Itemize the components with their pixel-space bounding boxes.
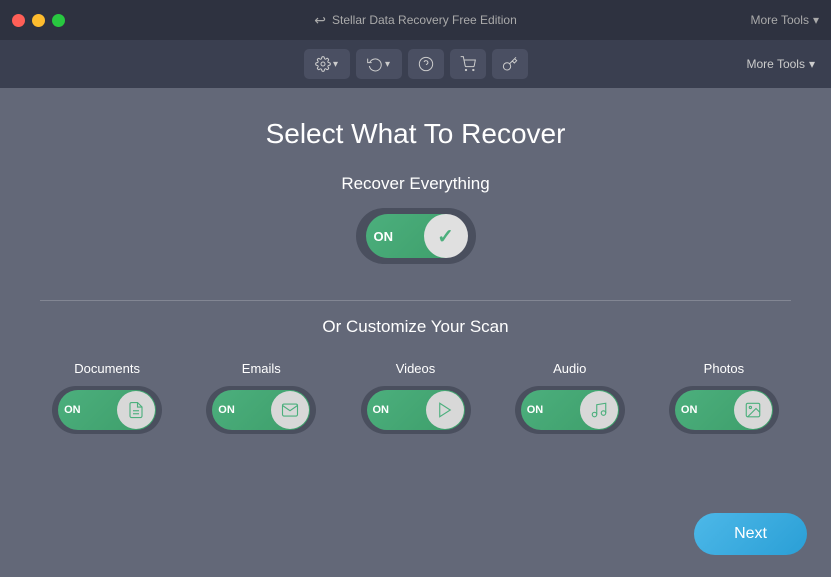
recover-everything-section: Recover Everything ON ✓ [341,174,489,264]
title-bar: ↩ Stellar Data Recovery Free Edition Mor… [0,0,831,40]
recover-everything-label: Recover Everything [341,174,489,194]
customize-label: Or Customize Your Scan [322,317,508,337]
audio-knob [580,391,618,429]
more-tools-right[interactable]: More Tools ▾ [746,57,815,71]
close-button[interactable] [12,14,25,27]
audio-toggle[interactable]: ON [515,386,625,434]
audio-label: Audio [553,361,586,376]
audio-item: Audio ON [503,361,637,434]
audio-toggle-text: ON [527,404,544,416]
key-button[interactable] [492,49,528,79]
history-icon [367,56,383,72]
photos-toggle[interactable]: ON [669,386,779,434]
videos-knob [426,391,464,429]
videos-toggle[interactable]: ON [361,386,471,434]
recover-everything-toggle[interactable]: ON ✓ [356,208,476,264]
documents-label: Documents [74,361,140,376]
documents-toggle-text: ON [64,404,81,416]
photos-knob [734,391,772,429]
help-button[interactable] [408,49,444,79]
emails-toggle-text: ON [218,404,235,416]
emails-label: Emails [242,361,281,376]
gear-icon [315,56,331,72]
app-title-center: ↩ Stellar Data Recovery Free Edition [314,12,516,29]
check-icon: ✓ [437,224,454,249]
emails-toggle[interactable]: ON [206,386,316,434]
video-icon [436,401,454,419]
history-button[interactable]: ▾ [356,49,402,79]
more-tools-label: More Tools [750,13,808,27]
toggle-knob: ✓ [424,214,468,258]
audio-icon [590,401,608,419]
chevron-right-icon: ▾ [809,57,815,71]
dropdown-arrow2: ▾ [385,59,390,70]
email-icon [281,401,299,419]
chevron-down-icon: ▾ [813,13,819,27]
videos-label: Videos [396,361,436,376]
section-divider [40,300,791,301]
customize-section: Or Customize Your Scan Documents ON [40,317,791,434]
cart-icon [460,56,476,72]
file-types-row: Documents ON [40,361,791,434]
photos-item: Photos ON [657,361,791,434]
minimize-button[interactable] [32,14,45,27]
more-tools-right-label: More Tools [746,57,804,71]
toolbar: ▾ ▾ More Tools ▾ [0,40,831,88]
app-title: Stellar Data Recovery Free Edition [332,13,517,27]
emails-knob [271,391,309,429]
maximize-button[interactable] [52,14,65,27]
photo-icon [744,401,762,419]
dropdown-arrow: ▾ [333,59,338,70]
main-content: Select What To Recover Recover Everythin… [0,88,831,577]
documents-toggle[interactable]: ON [52,386,162,434]
app-icon: ↩ [314,12,326,29]
documents-knob [117,391,155,429]
toggle-on-text: ON [374,229,394,244]
photos-label: Photos [704,361,744,376]
document-icon [127,401,145,419]
more-tools-button[interactable]: More Tools ▾ [750,13,819,27]
documents-item: Documents ON [40,361,174,434]
photos-toggle-text: ON [681,404,698,416]
shop-button[interactable] [450,49,486,79]
key-icon [502,56,518,72]
traffic-lights [12,14,65,27]
page-title: Select What To Recover [266,118,566,150]
help-icon [418,56,434,72]
next-button[interactable]: Next [694,513,807,555]
videos-item: Videos ON [348,361,482,434]
settings-button[interactable]: ▾ [304,49,350,79]
videos-toggle-text: ON [373,404,390,416]
emails-item: Emails ON [194,361,328,434]
